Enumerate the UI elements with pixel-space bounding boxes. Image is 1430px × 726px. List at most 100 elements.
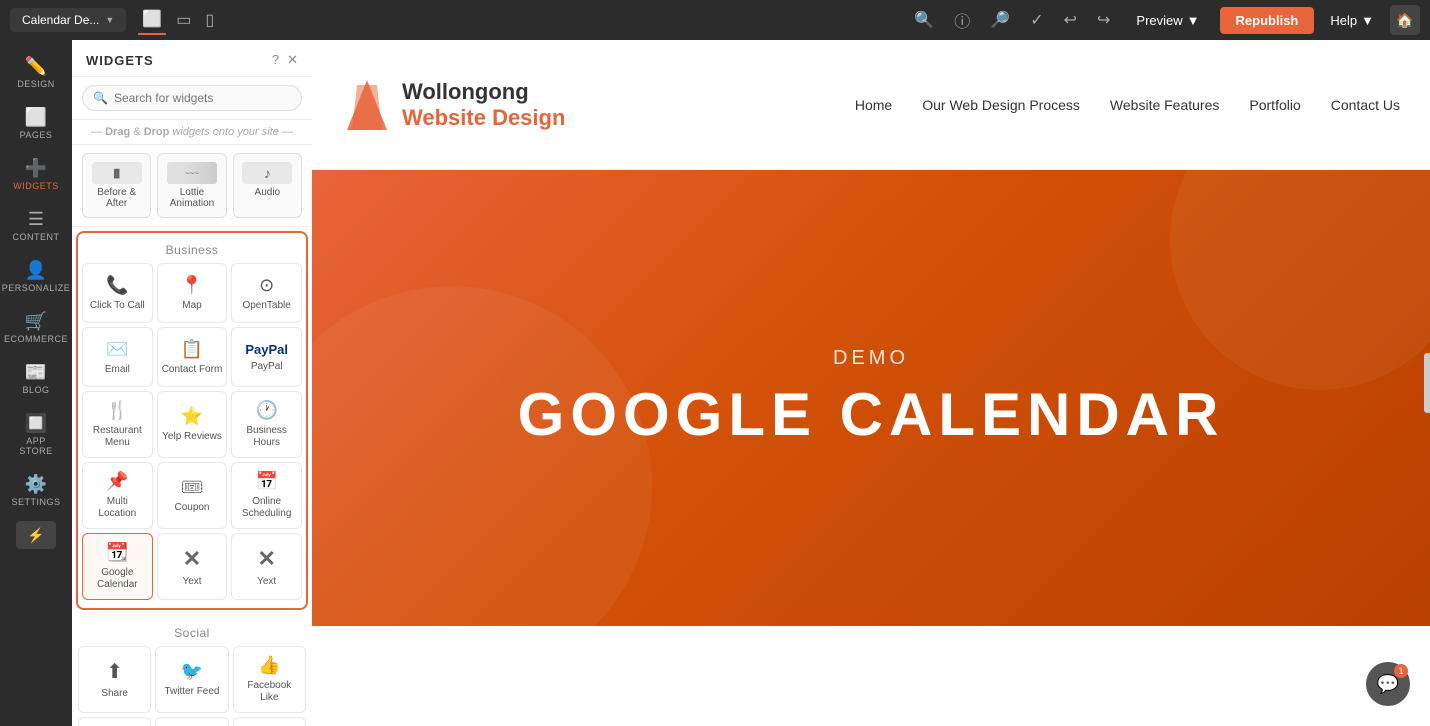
widget-share-label: Share bbox=[101, 688, 128, 700]
nav-website-features[interactable]: Website Features bbox=[1110, 97, 1219, 113]
page-tab-label: Calendar De... bbox=[22, 13, 99, 27]
facebook-like-icon: 👍 bbox=[258, 655, 280, 676]
widget-google-calendar[interactable]: 📆 Google Calendar bbox=[82, 533, 153, 600]
widgets-scroll-area: Business 📞 Click To Call 📍 Map ⊙ OpenTab… bbox=[72, 227, 312, 726]
sidebar-item-widgets[interactable]: ➕ Widgets bbox=[4, 150, 68, 199]
sidebar-item-ecommerce[interactable]: 🛒 Ecommerce bbox=[4, 303, 68, 352]
widget-yext-2[interactable]: ✕ Yext bbox=[231, 533, 302, 600]
widget-yelp-reviews[interactable]: ⭐ Yelp Reviews bbox=[157, 391, 228, 458]
widget-multi-location[interactable]: 📌 Multi Location bbox=[82, 462, 153, 529]
widget-share[interactable]: ⬆ Share bbox=[78, 646, 151, 713]
social-section-title: Social bbox=[78, 616, 306, 646]
audio-widget[interactable]: ♪ Audio bbox=[233, 153, 302, 218]
widget-facebook-like[interactable]: 👍 Facebook Like bbox=[233, 646, 306, 713]
question-icon[interactable]: ? bbox=[272, 52, 279, 68]
widget-social-1[interactable]: ⊞ bbox=[78, 717, 151, 726]
before-after-widget[interactable]: ▐▌ Before &After bbox=[82, 153, 151, 218]
close-icon[interactable]: ✕ bbox=[287, 52, 298, 68]
sidebar-item-personalize[interactable]: 👤 Personalize bbox=[4, 252, 68, 301]
hero-section: DEMO GOOGLE CALENDAR bbox=[312, 170, 1430, 626]
ecommerce-icon: 🛒 bbox=[25, 311, 47, 332]
notification-button[interactable]: 💬 1 bbox=[1366, 662, 1410, 706]
nav-home[interactable]: Home bbox=[855, 97, 892, 113]
map-pin-icon: 📍 bbox=[181, 275, 203, 296]
help-button[interactable]: Help ▼ bbox=[1322, 8, 1382, 33]
widget-yext-2-label: Yext bbox=[257, 576, 276, 588]
widgets-header: WIDGETS ? ✕ bbox=[72, 40, 312, 77]
sidebar-label-settings: Settings bbox=[11, 497, 60, 507]
logo-line1: Wollongong bbox=[402, 79, 565, 105]
widget-facebook-like-label: Facebook Like bbox=[238, 680, 301, 704]
settings-gear-icon: ⚙️ bbox=[25, 474, 47, 495]
sidebar-label-personalize: Personalize bbox=[2, 283, 71, 293]
zoom-button[interactable]: 🔎 bbox=[984, 6, 1016, 34]
preview-label: Preview bbox=[1136, 13, 1182, 28]
desktop-icon[interactable]: ⬜ bbox=[138, 5, 166, 35]
widget-restaurant-menu[interactable]: 🍴 Restaurant Menu bbox=[82, 391, 153, 458]
sidebar-item-app-store[interactable]: 🔲 App Store bbox=[4, 405, 68, 464]
sidebar-label-content: Content bbox=[13, 232, 60, 242]
undo-button[interactable]: ↩ bbox=[1058, 6, 1083, 34]
widget-business-hours-label: Business Hours bbox=[236, 425, 297, 449]
site-icon-button[interactable]: 🏠 bbox=[1390, 5, 1420, 35]
opentable-icon: ⊙ bbox=[259, 275, 274, 296]
widget-click-to-call[interactable]: 📞 Click To Call bbox=[82, 263, 153, 323]
widget-email[interactable]: ✉️ Email bbox=[82, 327, 153, 387]
before-after-label: Before &After bbox=[97, 187, 136, 209]
page-tab[interactable]: Calendar De... ▼ bbox=[10, 8, 126, 32]
personalize-icon: 👤 bbox=[25, 260, 47, 281]
tablet-icon[interactable]: ▭ bbox=[172, 6, 195, 34]
pages-icon: ⬜ bbox=[25, 107, 47, 128]
widget-social-3[interactable]: 📡 bbox=[233, 717, 306, 726]
widget-map[interactable]: 📍 Map bbox=[157, 263, 228, 323]
nav-links: Home Our Web Design Process Website Feat… bbox=[855, 97, 1400, 113]
nav-contact-us[interactable]: Contact Us bbox=[1331, 97, 1400, 113]
hero-main-title: GOOGLE CALENDAR bbox=[518, 380, 1225, 449]
mobile-icon[interactable]: ▯ bbox=[201, 6, 218, 34]
sidebar-item-settings[interactable]: ⚙️ Settings bbox=[4, 466, 68, 515]
nav-portfolio[interactable]: Portfolio bbox=[1249, 97, 1300, 113]
preview-button[interactable]: Preview ▼ bbox=[1124, 8, 1211, 33]
redo-button[interactable]: ↪ bbox=[1091, 6, 1116, 34]
widget-twitter-feed[interactable]: 🐦 Twitter Feed bbox=[155, 646, 228, 713]
resize-handle[interactable] bbox=[1424, 353, 1430, 413]
drag-drop-hint: — Drag & Drop widgets onto your site — bbox=[72, 120, 312, 145]
widget-opentable[interactable]: ⊙ OpenTable bbox=[231, 263, 302, 323]
check-button[interactable]: ✓ bbox=[1024, 6, 1049, 34]
lottie-animation-widget[interactable]: ~~~ LottieAnimation bbox=[157, 153, 226, 218]
info-button[interactable]: ⓘ bbox=[948, 4, 976, 36]
site-nav: Wollongong Website Design Home Our Web D… bbox=[312, 40, 1430, 170]
widgets-search: 🔍 bbox=[72, 77, 312, 120]
widget-multi-location-label: Multi Location bbox=[87, 496, 148, 520]
search-input[interactable] bbox=[114, 91, 291, 105]
widget-yext-1[interactable]: ✕ Yext bbox=[157, 533, 228, 600]
widget-contact-form[interactable]: 📋 Contact Form bbox=[157, 327, 228, 387]
nav-web-design-process[interactable]: Our Web Design Process bbox=[922, 97, 1080, 113]
chat-icon: 💬 bbox=[1377, 674, 1399, 695]
lottie-preview: ~~~ bbox=[167, 162, 217, 184]
social-section: Social ⬆ Share 🐦 Twitter Feed 👍 Facebook… bbox=[72, 616, 312, 726]
widget-coupon[interactable]: 🎟 Coupon bbox=[157, 462, 228, 529]
sidebar-item-design[interactable]: ✏️ Design bbox=[4, 48, 68, 97]
republish-button[interactable]: Republish bbox=[1220, 7, 1315, 34]
widgets-add-icon: ➕ bbox=[25, 158, 47, 179]
sidebar-item-content[interactable]: ☰ Content bbox=[4, 201, 68, 250]
sidebar-label-pages: Pages bbox=[20, 130, 53, 140]
business-widget-grid: 📞 Click To Call 📍 Map ⊙ OpenTable ✉️ Ema… bbox=[82, 263, 302, 600]
search-box: 🔍 bbox=[82, 85, 302, 111]
logo-icon bbox=[342, 75, 392, 135]
fork-knife-icon: 🍴 bbox=[106, 400, 128, 421]
sidebar-extra-button[interactable]: ⚡ bbox=[16, 521, 56, 549]
widget-paypal[interactable]: PayPal PayPal bbox=[231, 327, 302, 387]
widget-social-2[interactable]: ⊠ bbox=[155, 717, 228, 726]
widget-coupon-label: Coupon bbox=[174, 502, 209, 514]
widgets-header-icons: ? ✕ bbox=[272, 52, 298, 68]
widget-online-scheduling[interactable]: 📅 Online Scheduling bbox=[231, 462, 302, 529]
multi-location-icon: 📌 bbox=[106, 471, 128, 492]
sidebar-item-blog[interactable]: 📰 Blog bbox=[4, 354, 68, 403]
main-layout: ✏️ Design ⬜ Pages ➕ Widgets ☰ Content 👤 … bbox=[0, 40, 1430, 726]
widget-business-hours[interactable]: 🕐 Business Hours bbox=[231, 391, 302, 458]
sidebar-item-pages[interactable]: ⬜ Pages bbox=[4, 99, 68, 148]
search-button[interactable]: 🔍 bbox=[908, 6, 940, 34]
search-icon: 🔍 bbox=[93, 91, 108, 105]
